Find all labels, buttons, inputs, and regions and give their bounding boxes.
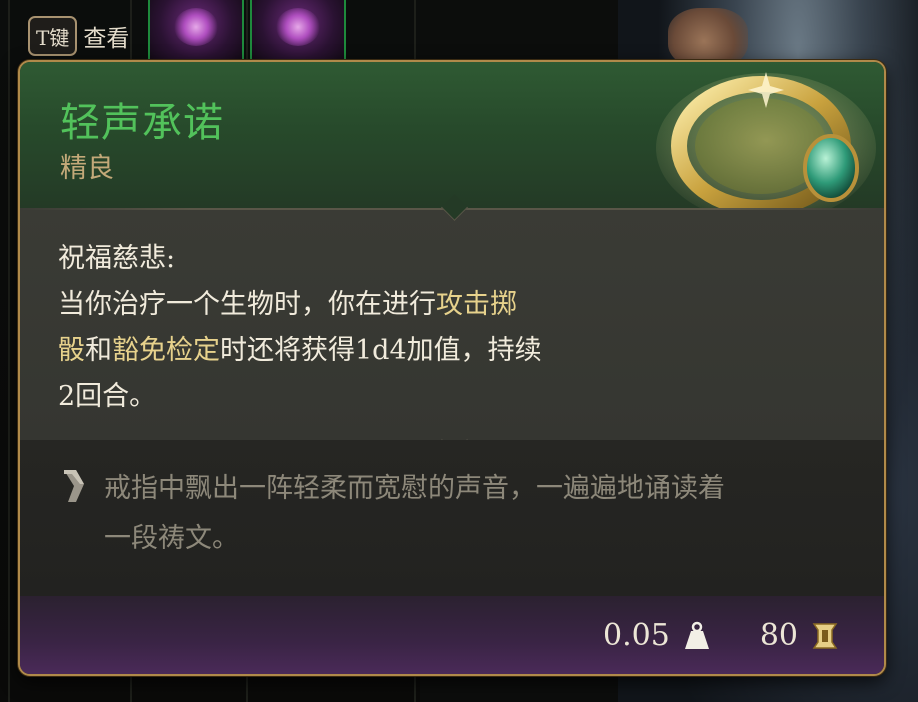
inventory-slot[interactable] (148, 0, 244, 64)
flavor-line: 戒指中飘出一阵轻柔而宽慰的声音，一遍遍地诵读着 (104, 473, 725, 504)
inspect-hint[interactable]: T键 查看 (28, 14, 160, 58)
weight-value: 0.05 (603, 618, 670, 653)
ring-item-icon (656, 72, 876, 223)
keyword-attack-roll[interactable]: 骰 (58, 335, 85, 366)
tooltip-effect-section: 祝福慈悲: 当你治疗一个生物时，你在进行攻击掷 骰和豁免检定时还将获得1d4加值… (20, 208, 884, 440)
tooltip-header: 轻声承诺 精良 (20, 62, 884, 223)
effect-description: 祝福慈悲: 当你治疗一个生物时，你在进行攻击掷 骰和豁免检定时还将获得1d4加值… (58, 236, 698, 420)
effect-text: 时还将获得1d4加值，持续 (220, 335, 542, 366)
effect-line: 2回合。 (58, 381, 157, 412)
scroll-item-icon (276, 8, 320, 46)
effect-line: 当你治疗一个生物时，你在进行攻击掷 (58, 282, 698, 328)
flavor-line: 一段祷文。 (104, 523, 239, 554)
keyword-saving-throw[interactable]: 豁免检定 (112, 335, 220, 366)
gold-coin-icon (812, 622, 838, 649)
item-rarity: 精良 (60, 153, 114, 184)
item-tooltip: 轻声承诺 精良 祝福慈悲: 当你治疗一个生物时，你在进行攻击掷 骰和豁免检定时还… (18, 60, 886, 676)
key-hint-badge: T键 (28, 16, 78, 56)
gold-value: 80 (759, 618, 798, 653)
effect-text: 和 (85, 335, 112, 366)
effect-line: 骰和豁免检定时还将获得1d4加值，持续 (58, 328, 698, 374)
quote-icon (64, 470, 84, 502)
inspect-label: 查看 (83, 26, 130, 52)
panel-divider (8, 0, 10, 702)
effect-text: 当你治疗一个生物时，你在进行 (58, 289, 436, 320)
tooltip-flavor-section: 戒指中飘出一阵轻柔而宽慰的声音，一遍遍地诵读着 一段祷文。 (20, 440, 884, 600)
inventory-slot[interactable] (250, 0, 346, 64)
item-stats: 0.05 80 (603, 618, 838, 653)
weight-icon (684, 621, 709, 649)
scroll-item-icon (174, 8, 218, 46)
flavor-text: 戒指中飘出一阵轻柔而宽慰的声音，一遍遍地诵读着 一段祷文。 (104, 464, 864, 564)
effect-title: 祝福慈悲: (58, 243, 176, 274)
item-name: 轻声承诺 (60, 100, 224, 146)
keyword-attack-roll[interactable]: 攻击掷 (436, 289, 517, 320)
character-face (668, 8, 748, 68)
tooltip-footer: 0.05 80 (20, 596, 884, 674)
